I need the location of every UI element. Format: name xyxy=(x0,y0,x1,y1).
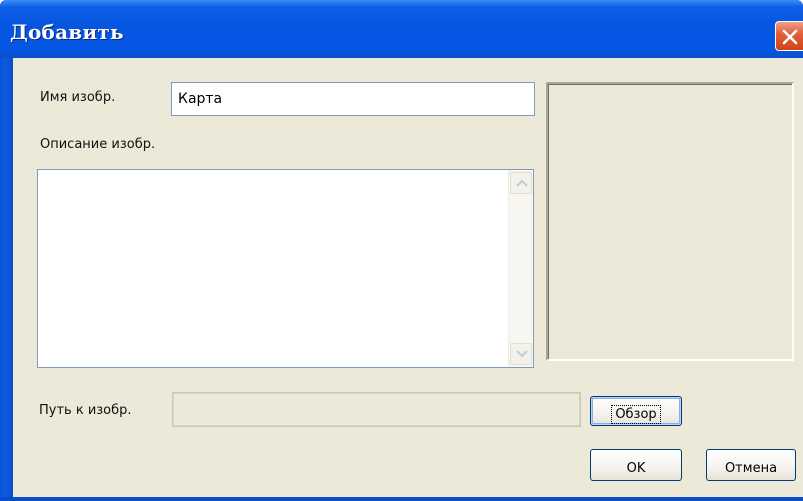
close-button[interactable] xyxy=(775,21,803,51)
cancel-button[interactable]: Отмена xyxy=(706,449,796,481)
browse-button-label: Обзор xyxy=(611,404,661,424)
image-name-input[interactable] xyxy=(171,82,535,116)
description-scrollbar[interactable] xyxy=(508,170,533,367)
image-path-label: Путь к изобр. xyxy=(39,403,132,418)
window-frame-left xyxy=(0,58,13,501)
add-image-dialog: Добавить Имя изобр. Описание изобр. xyxy=(0,0,803,501)
close-icon xyxy=(782,29,798,45)
window-frame-bottom xyxy=(0,497,803,501)
arrow-up-icon xyxy=(516,179,528,187)
window-title: Добавить xyxy=(10,20,124,44)
title-bar[interactable]: Добавить xyxy=(0,0,803,58)
scroll-up-button[interactable] xyxy=(510,172,532,194)
image-path-input xyxy=(172,392,581,427)
cancel-button-label: Отмена xyxy=(724,460,778,476)
image-name-label: Имя изобр. xyxy=(40,90,116,105)
image-description-input[interactable] xyxy=(38,170,506,367)
image-description-field xyxy=(37,169,534,368)
image-preview xyxy=(546,82,794,361)
ok-button-label: OK xyxy=(626,460,646,476)
scroll-down-button[interactable] xyxy=(510,343,532,365)
ok-button[interactable]: OK xyxy=(590,449,682,481)
image-description-label: Описание изобр. xyxy=(40,137,156,152)
arrow-down-icon xyxy=(516,350,528,358)
browse-button[interactable]: Обзор xyxy=(590,396,682,426)
